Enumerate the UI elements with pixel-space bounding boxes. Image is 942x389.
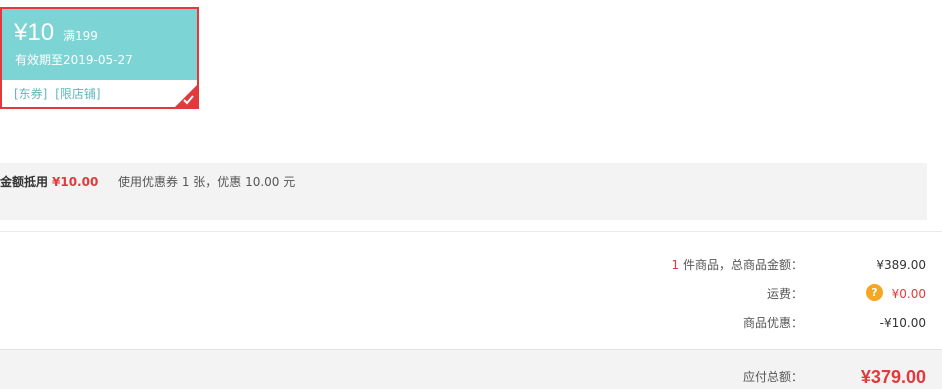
coupon-usage-description: 使用优惠券 1 张，优惠 10.00 元: [118, 175, 296, 189]
freight-label: 运费：: [766, 287, 803, 301]
freight-value: ¥0.00: [891, 287, 926, 301]
coupon-expiry: 有效期至2019-05-27: [15, 53, 133, 67]
deduction-amount: ¥10.00: [52, 175, 99, 189]
coupon-condition: 满199: [63, 29, 98, 43]
deduction-label: 金额抵用: [0, 175, 49, 189]
total-value: ¥379.00: [860, 367, 926, 387]
coupon-card[interactable]: ¥10 满199 有效期至2019-05-27 [东券] [限店铺]: [0, 7, 199, 109]
goods-label-text: 件商品，总商品金额：: [679, 258, 803, 272]
help-icon[interactable]: ?: [866, 284, 883, 301]
total-bar: 应付总额： ¥379.00: [0, 349, 942, 389]
check-corner-icon: [175, 85, 197, 107]
coupon-tag-jd: [东券]: [14, 87, 48, 101]
total-label: 应付总额：: [742, 370, 803, 384]
goods-total-label: 1 件商品，总商品金额：: [672, 258, 803, 272]
coupon-header: ¥10 满199 有效期至2019-05-27: [2, 9, 197, 80]
coupon-tags: [东券] [限店铺]: [14, 87, 101, 101]
goods-total-value: ¥389.00: [876, 258, 926, 272]
coupon-tag-shop: [限店铺]: [55, 87, 101, 101]
discount-label: 商品优惠：: [742, 316, 803, 330]
discount-value: -¥10.00: [879, 316, 926, 330]
order-summary-page: ¥10 满199 有效期至2019-05-27 [东券] [限店铺] 金额抵用 …: [0, 0, 942, 389]
section-divider: [0, 231, 942, 232]
coupon-usage-strip: 金额抵用 ¥10.00 使用优惠券 1 张，优惠 10.00 元: [0, 163, 927, 220]
coupon-amount: ¥10: [14, 19, 55, 46]
